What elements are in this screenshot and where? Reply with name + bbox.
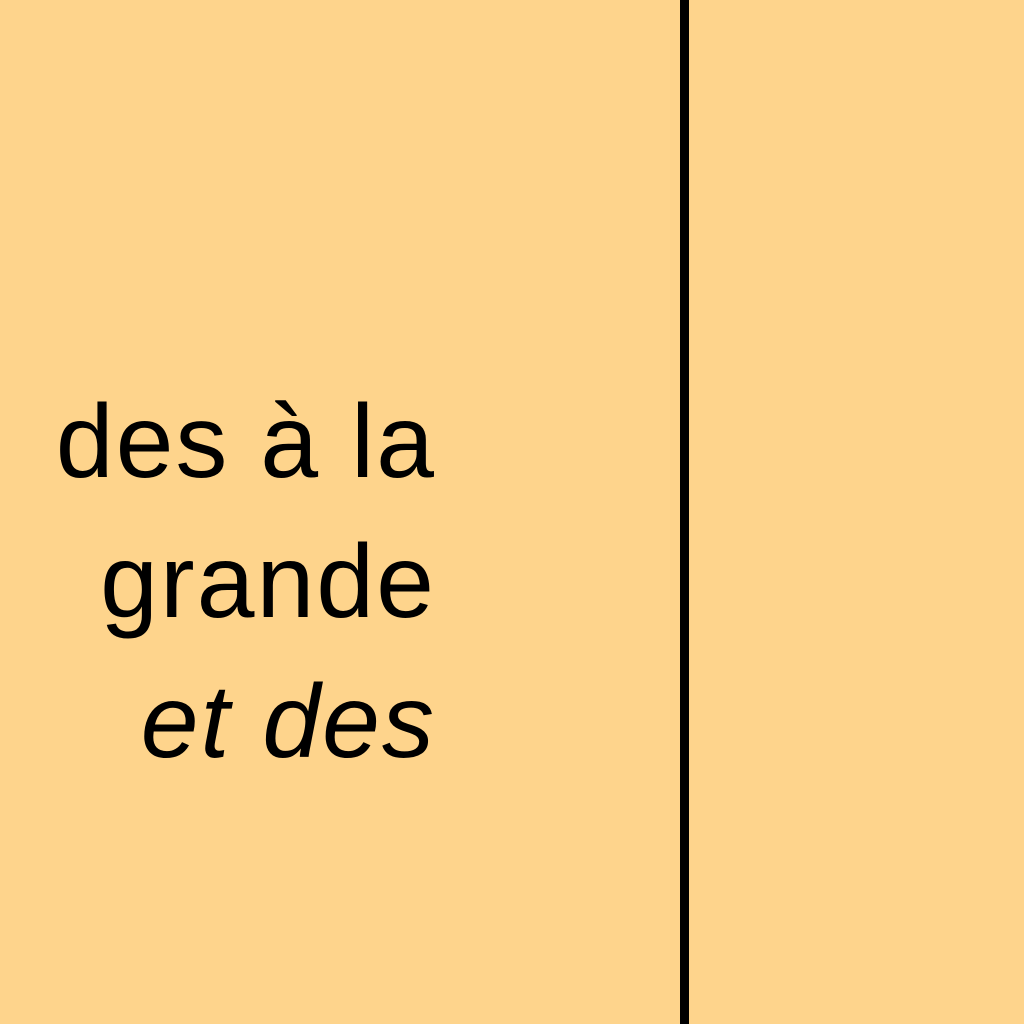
text-line-2: grande	[100, 524, 436, 640]
vertical-divider	[680, 0, 689, 1024]
text-line-1: des à la	[55, 384, 436, 500]
content-panel: des à la grande et des	[0, 0, 680, 1024]
text-line-3: et des	[140, 664, 436, 780]
empty-panel	[689, 0, 1024, 1024]
text-block: des à la grande et des	[56, 372, 436, 792]
